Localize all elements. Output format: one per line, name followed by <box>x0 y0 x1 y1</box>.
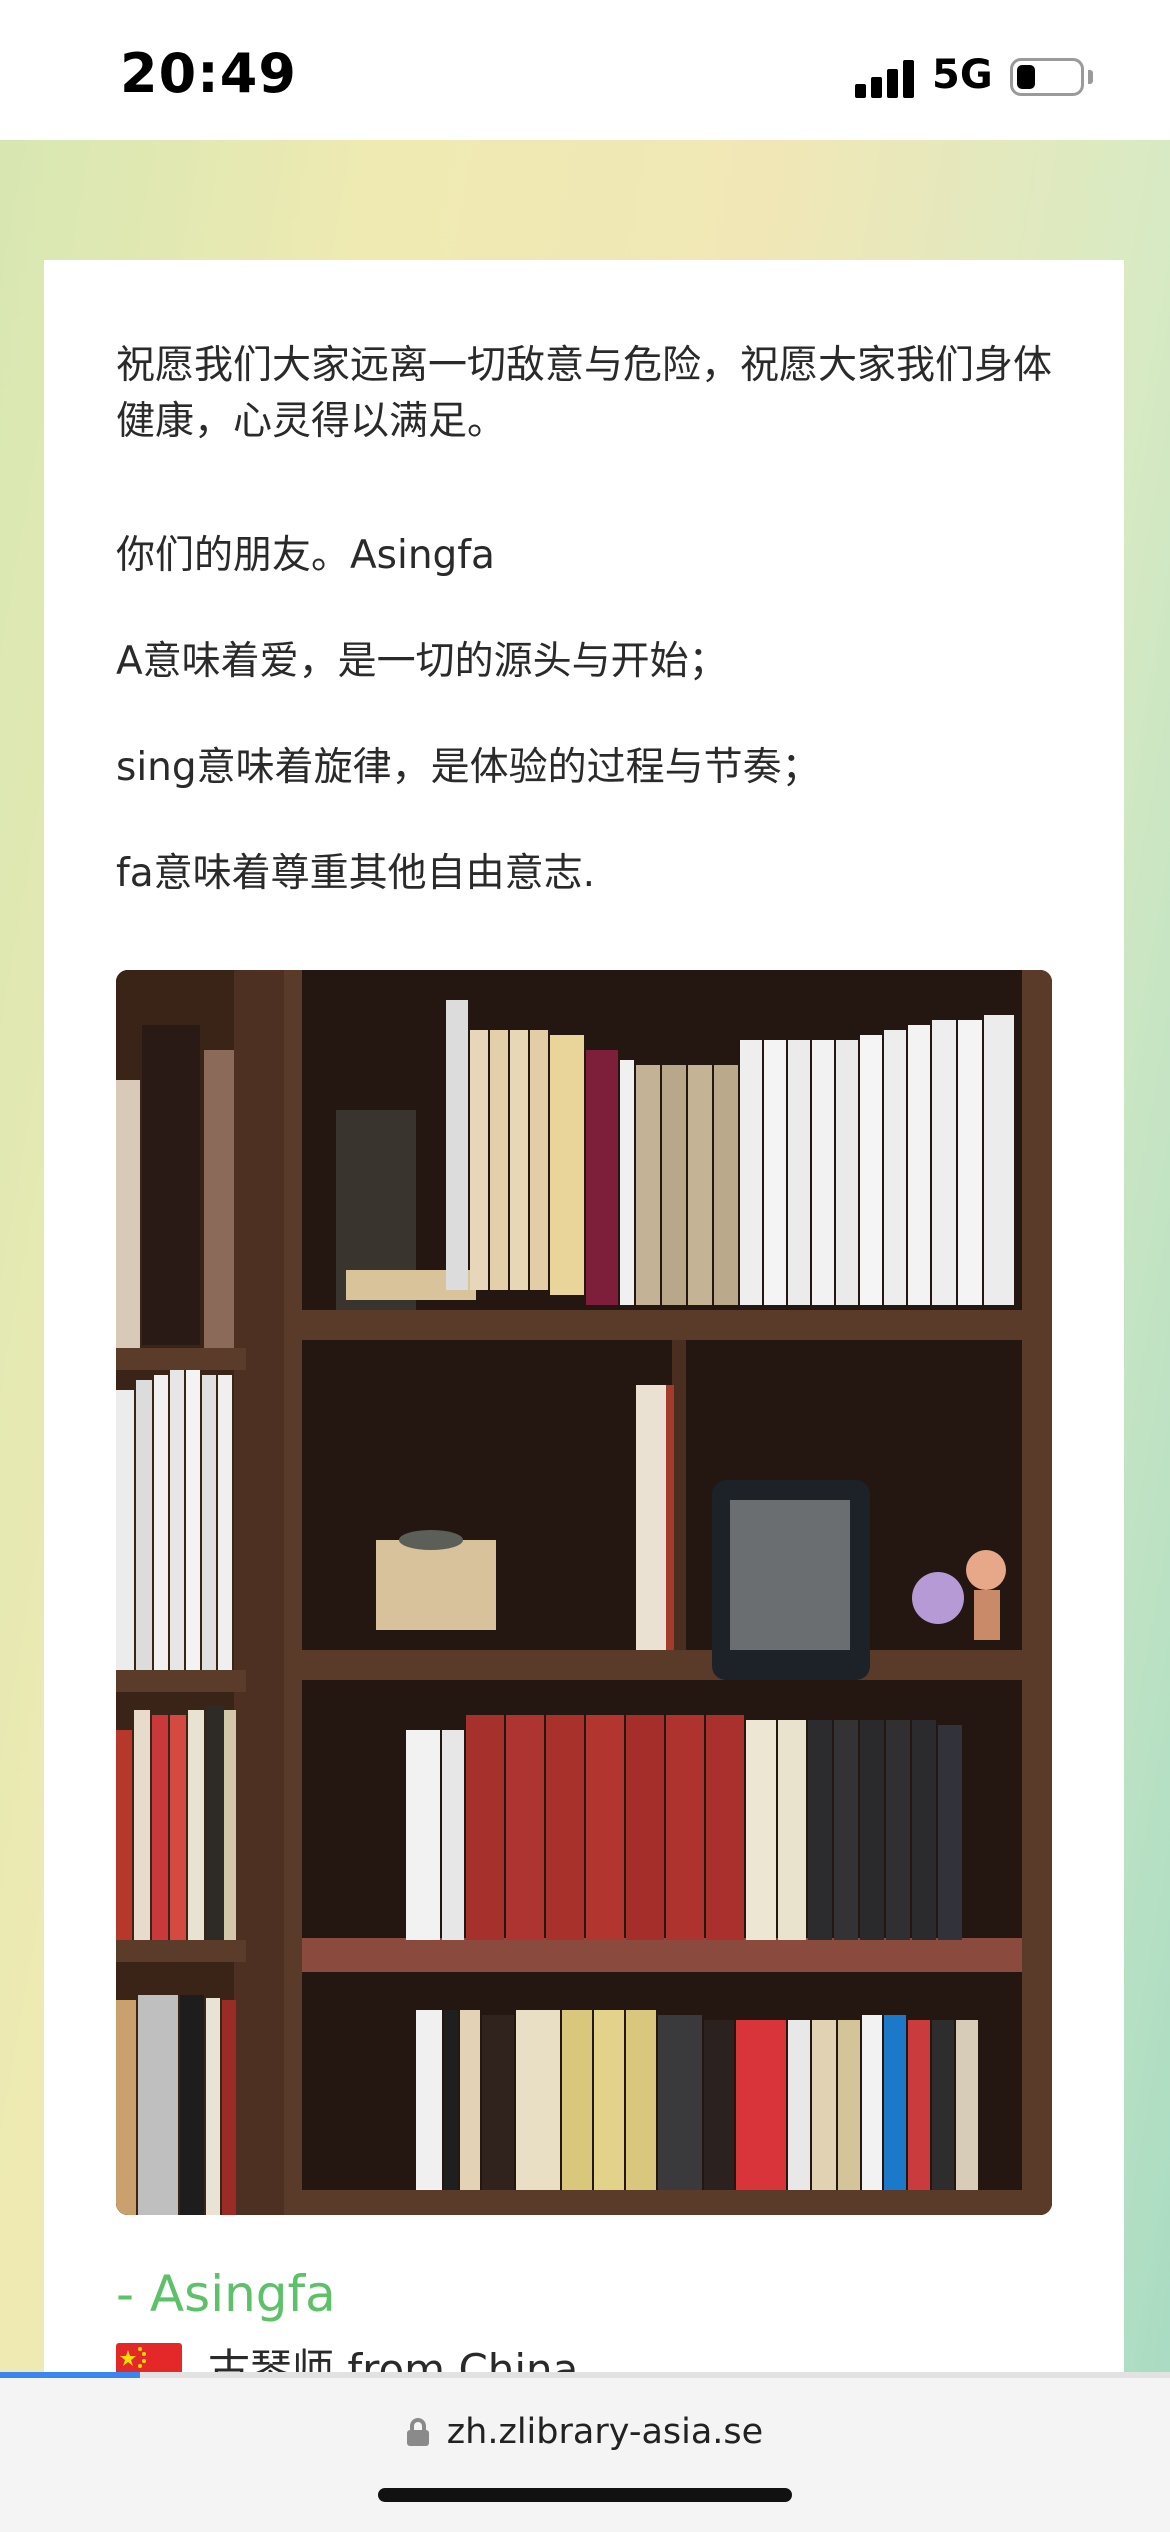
lock-icon <box>406 2418 429 2446</box>
battery-icon <box>1010 58 1084 96</box>
browser-address-bar[interactable]: zh.zlibrary-asia.se <box>0 2378 1170 2532</box>
paragraph-blessing: 祝愿我们大家远离一切敌意与危险，祝愿大家我们身体健康，心灵得以满足。 <box>116 343 1053 444</box>
paragraph-fa-meaning: fa意味着尊重其他自由意志. <box>116 851 596 896</box>
paragraph-sing-meaning: sing意味着旋律，是体验的过程与节奏； <box>116 745 821 790</box>
status-time: 20:49 <box>120 42 297 105</box>
author-signature: - Asingfa <box>116 2265 336 2323</box>
paragraph-a-meaning: A意味着爱，是一切的源头与开始； <box>116 639 728 684</box>
paragraph-friend: 你们的朋友。Asingfa <box>116 533 495 578</box>
battery-level <box>1017 65 1035 89</box>
home-indicator[interactable] <box>378 2488 792 2502</box>
battery-cap <box>1088 70 1093 84</box>
testimonial-card: 祝愿我们大家远离一切敌意与危险，祝愿大家我们身体健康，心灵得以满足。 你们的朋友… <box>44 260 1124 2470</box>
screen: 20:49 5G 祝愿我们大家远离一切敌意与危险，祝愿大家我们身体健康，心灵得以… <box>0 0 1170 2532</box>
page-background: 祝愿我们大家远离一切敌意与危险，祝愿大家我们身体健康，心灵得以满足。 你们的朋友… <box>0 140 1170 2470</box>
network-type: 5G <box>932 52 993 98</box>
address-field[interactable]: zh.zlibrary-asia.se <box>0 2412 1170 2452</box>
status-bar: 20:49 5G <box>0 0 1170 140</box>
bookshelf-photo[interactable] <box>116 970 1052 2215</box>
url-text[interactable]: zh.zlibrary-asia.se <box>447 2412 763 2452</box>
signal-strength-icon <box>855 58 915 98</box>
